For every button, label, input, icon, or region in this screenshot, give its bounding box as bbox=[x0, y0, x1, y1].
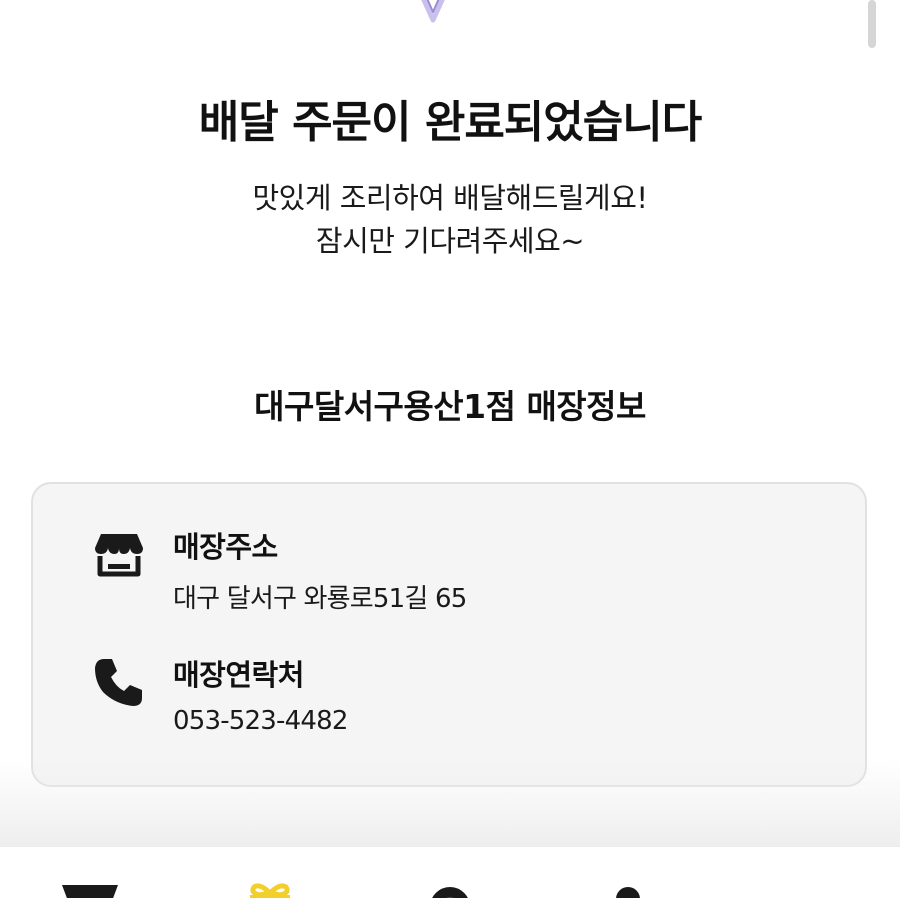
subtitle-line-1: 맛있게 조리하여 배달해드릴게요! bbox=[252, 181, 648, 215]
store-phone-label: 매장연락처 bbox=[173, 658, 304, 692]
check-heart-icon bbox=[408, 0, 458, 26]
subtitle-line-2: 잠시만 기다려주세요~ bbox=[315, 224, 585, 258]
phone-icon bbox=[93, 656, 145, 708]
store-icon bbox=[93, 528, 145, 580]
scrollbar[interactable] bbox=[868, 0, 876, 48]
order-complete-page: 배달 주문이 완료되었습니다 맛있게 조리하여 배달해드릴게요! 잠시만 기다려… bbox=[0, 0, 900, 898]
bottom-nav bbox=[0, 846, 900, 898]
gift-icon[interactable] bbox=[246, 881, 306, 898]
location-pin-icon[interactable] bbox=[422, 881, 482, 898]
user-icon[interactable] bbox=[602, 881, 662, 898]
store-phone-value[interactable]: 053-523-4482 bbox=[173, 706, 348, 736]
store-address-value: 대구 달서구 와룡로51길 65 bbox=[173, 584, 467, 614]
store-phone-row[interactable]: 매장연락처 053-523-4482 bbox=[93, 652, 793, 752]
store-info-heading: 대구달서구용산1점 매장정보 bbox=[254, 387, 646, 426]
page-title: 배달 주문이 완료되었습니다 bbox=[198, 97, 702, 148]
menu-cup-icon[interactable] bbox=[62, 881, 122, 898]
store-info-card: 매장주소 대구 달서구 와룡로51길 65 매장연락처 053-523-4482 bbox=[31, 482, 867, 787]
store-address-row: 매장주소 대구 달서구 와룡로51길 65 bbox=[93, 524, 793, 624]
store-address-label: 매장주소 bbox=[173, 530, 278, 564]
